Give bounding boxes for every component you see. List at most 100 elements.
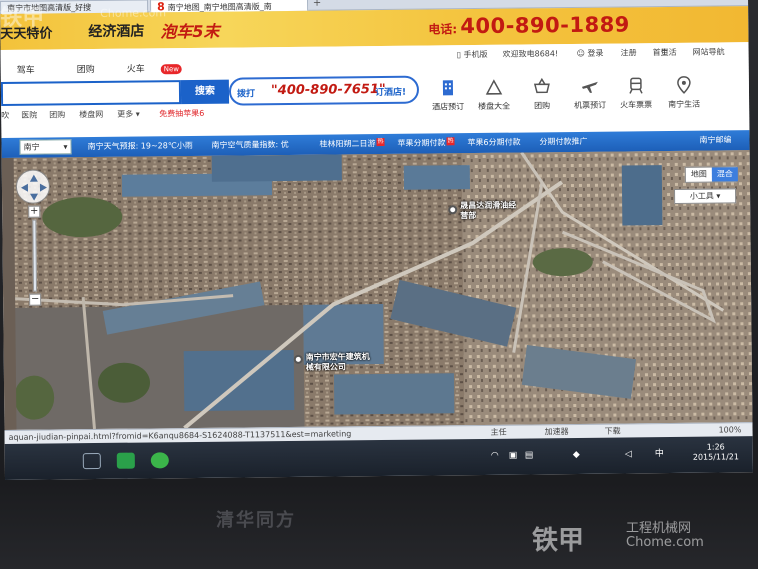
- search-input[interactable]: [0, 80, 182, 106]
- nav-label: 机票预订: [574, 100, 607, 110]
- app-icon[interactable]: [150, 452, 169, 469]
- hotline-label: 电话:: [428, 22, 458, 37]
- satellite-map[interactable]: + − 地图 混合 小工具 ▾ 晟昌达润滑油经营部 南宁市宏午建筑机械有限公司: [1, 150, 753, 430]
- compass-arrows-icon: [20, 174, 47, 201]
- login-link[interactable]: ☺ 登录: [577, 48, 604, 60]
- search-tab-train[interactable]: 火车: [111, 61, 161, 78]
- location-pin-icon: [677, 76, 691, 94]
- promo-link-label: 苹果分期付款: [397, 138, 446, 148]
- clock[interactable]: 1:26 2015/11/21: [693, 442, 739, 462]
- zoom-slider[interactable]: [32, 219, 38, 292]
- tray-icon[interactable]: ▤: [525, 449, 534, 461]
- quick-link-more[interactable]: 更多 ▾: [117, 109, 140, 121]
- wifi-icon[interactable]: ◠: [491, 450, 499, 462]
- map-zoom-control[interactable]: + −: [28, 205, 42, 306]
- nav-train[interactable]: 火车票票: [615, 75, 657, 115]
- basket-icon: [533, 77, 550, 94]
- hotline-number: 400-890-1889: [460, 12, 630, 39]
- nav-hotel[interactable]: 酒店预订: [427, 77, 469, 117]
- nav-label: 酒店预订: [432, 102, 465, 112]
- promo-link-installment[interactable]: 分期付款推广: [539, 136, 587, 149]
- air-quality-link[interactable]: 南宁空气质量指数: 优: [211, 139, 288, 152]
- zoom-level[interactable]: 100%: [718, 423, 741, 436]
- user-icon: ☺: [576, 48, 588, 58]
- quick-promo-link[interactable]: 免费抽苹果6: [159, 108, 204, 120]
- quick-link[interactable]: 吹: [1, 110, 9, 122]
- map-tools-dropdown[interactable]: 小工具 ▾: [674, 188, 737, 204]
- nav-label: 楼盘大全: [478, 101, 511, 111]
- building-icon: [485, 79, 503, 95]
- nav-flight[interactable]: 机票预订: [569, 76, 611, 116]
- watermark-text: Chome.com: [100, 6, 167, 20]
- search-tab-drive[interactable]: 驾车: [1, 62, 51, 79]
- hotel-icon: [442, 80, 454, 96]
- watermark-site: 工程机械网: [626, 521, 692, 536]
- plane-icon: [581, 81, 598, 93]
- nav-property[interactable]: 楼盘大全: [473, 77, 515, 117]
- topnav-mobile[interactable]: ▯ 手机版: [457, 49, 488, 61]
- search-button[interactable]: 搜索: [180, 79, 230, 105]
- login-label: 登录: [587, 48, 604, 58]
- promo-link-label: 桂林阳朔二日游: [319, 139, 376, 149]
- status-item[interactable]: 加速器: [544, 425, 569, 438]
- taskbar: ◠ ▣ ▤ ◆ ◁ 中 1:26 2015/11/21: [4, 436, 753, 480]
- watermark-domain: Chome.com: [626, 535, 704, 550]
- status-item[interactable]: 下载: [604, 425, 621, 438]
- weather-link[interactable]: 南宁天气预报: 19~28℃小雨: [87, 140, 192, 153]
- promo-link-trip[interactable]: 桂林阳朔二日游热: [319, 137, 385, 151]
- topnav-link-sitemap[interactable]: 网站导航: [693, 46, 725, 58]
- promo-suffix: 订酒店!: [374, 87, 407, 99]
- chevron-down-icon: ▾: [63, 142, 68, 152]
- poi-label: 晟昌达润滑油经营部: [460, 200, 517, 221]
- browser-app-icon[interactable]: [116, 452, 135, 469]
- volume-icon[interactable]: ◁: [625, 448, 632, 460]
- task-view-icon[interactable]: [82, 452, 101, 470]
- tray-icon[interactable]: ▣: [509, 450, 518, 462]
- new-tab-button[interactable]: +: [310, 0, 324, 10]
- monitor-brand-logo: 清华同方: [216, 510, 296, 531]
- nav-groupbuy[interactable]: 团购: [521, 76, 563, 116]
- city-select-value: 南宁: [23, 142, 40, 152]
- map-type-hybrid[interactable]: 混合: [711, 167, 738, 182]
- promo-link-apple6[interactable]: 苹果6分期付款: [467, 137, 520, 150]
- hotel-promo-bubble[interactable]: 拨打 "400-890-7651" 订酒店!: [228, 75, 420, 106]
- city-select[interactable]: 南宁 ▾: [19, 139, 72, 155]
- register-link[interactable]: 注册: [621, 47, 637, 59]
- shield-icon[interactable]: ◆: [573, 449, 580, 461]
- hot-badge: 热: [376, 137, 385, 147]
- poi-label: 南宁市宏午建筑机械有限公司: [305, 352, 370, 372]
- watermark-logo: 铁甲: [532, 526, 585, 556]
- quick-link[interactable]: 团购: [49, 109, 65, 121]
- topnav-welcome: 欢迎致电8684!: [502, 49, 559, 59]
- nav-life[interactable]: 南宁生活: [663, 75, 705, 115]
- clock-date: 2015/11/21: [692, 452, 739, 462]
- satellite-imagery: [1, 150, 753, 430]
- banner-text: 经济酒店: [88, 23, 145, 41]
- nav-label: 南宁生活: [668, 99, 701, 110]
- watermark-logo: 铁甲: [0, 5, 45, 31]
- map-type-toggle: 地图 混合: [684, 166, 738, 183]
- ime-indicator[interactable]: 中: [655, 448, 664, 460]
- map-type-map[interactable]: 地图: [686, 168, 712, 182]
- poi-marker-icon[interactable]: [448, 205, 458, 215]
- zoom-in-button[interactable]: +: [28, 205, 41, 218]
- topnav-link-life[interactable]: 生活: [661, 47, 677, 59]
- postal-link[interactable]: 南宁邮编: [699, 134, 731, 146]
- poi-marker-icon[interactable]: [293, 354, 303, 364]
- promo-link-apple[interactable]: 苹果分期付款热: [397, 137, 455, 150]
- zoom-out-button[interactable]: −: [29, 293, 42, 306]
- search-tab-groupbuy[interactable]: 团购: [61, 62, 111, 79]
- nav-label: 团购: [534, 101, 551, 111]
- topnav-mobile-label: 手机版: [463, 49, 488, 60]
- status-item[interactable]: 主任: [490, 426, 507, 439]
- hot-badge: 热: [446, 137, 455, 146]
- monitor-screen: 南宁市地图高清版_好搜 8 南宁地图_南宁地图高清版_南 + 天天特价 经济酒店 …: [0, 0, 753, 480]
- quick-link[interactable]: 楼盘网: [79, 109, 103, 121]
- new-badge: New: [160, 64, 183, 75]
- quick-link[interactable]: 医院: [21, 110, 37, 122]
- photo: 南宁市地图高清版_好搜 8 南宁地图_南宁地图高清版_南 + 天天特价 经济酒店 …: [0, 0, 758, 569]
- nav-label: 火车票票: [620, 100, 653, 110]
- map-pan-control[interactable]: [15, 169, 51, 204]
- site-header: ▯ 手机版 欢迎致电8684! ☺ 登录 注册 首页 生活 网站导航 驾车 团购…: [0, 42, 750, 138]
- quick-promo-label: 免费抽苹果6: [159, 108, 205, 119]
